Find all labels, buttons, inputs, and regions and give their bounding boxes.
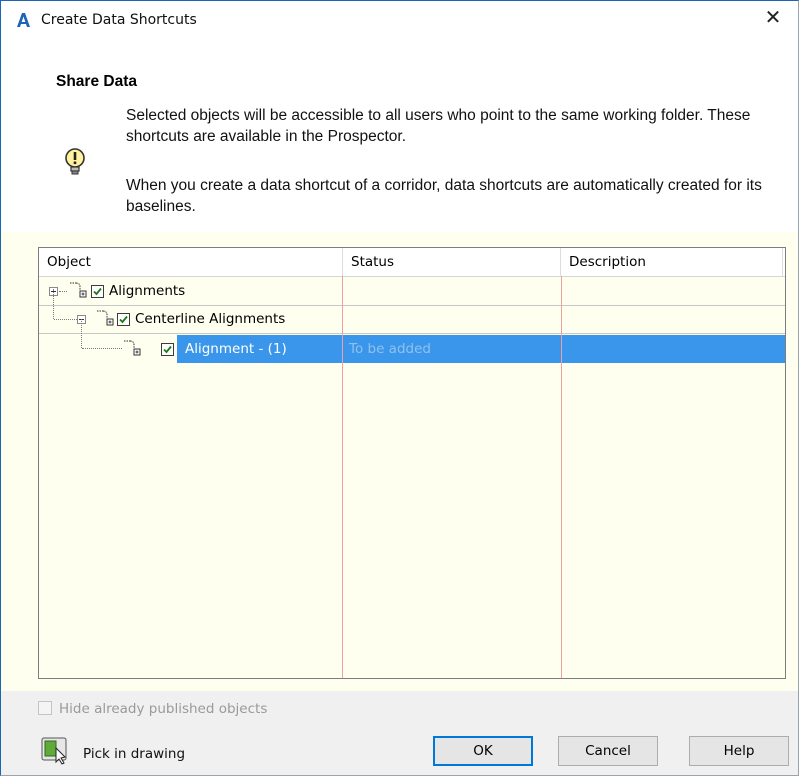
alignment-collection-icon — [70, 282, 87, 298]
alignments-checkbox[interactable] — [91, 285, 104, 298]
pick-in-drawing-button[interactable] — [41, 737, 71, 765]
alignment-icon — [124, 340, 141, 356]
pick-in-drawing-icon — [41, 737, 67, 765]
column-divider — [561, 276, 562, 678]
autocad-a-icon — [17, 13, 30, 27]
tree-line — [59, 291, 67, 293]
status-cell: To be added — [349, 341, 431, 357]
ok-button[interactable]: OK — [433, 736, 533, 766]
table-row-selected[interactable]: Alignment - (1) To be added — [39, 319, 785, 363]
tree-line — [82, 348, 122, 350]
dialog-window: Create Data Shortcuts ✕ Share Data Selec… — [0, 0, 799, 776]
close-icon: ✕ — [764, 7, 782, 29]
title-bar[interactable]: Create Data Shortcuts ✕ — [1, 1, 798, 37]
lightbulb-icon — [65, 148, 85, 175]
hide-published-label: Hide already published objects — [59, 701, 268, 717]
alignment-1-checkbox[interactable] — [161, 343, 174, 356]
tree-node-label: Centerline Alignments — [135, 311, 286, 327]
info-message-2: When you create a data shortcut of a cor… — [126, 177, 762, 215]
tree-node-label: Alignment - (1) — [185, 341, 287, 357]
column-header-description[interactable]: Description — [561, 248, 783, 276]
column-header-status[interactable]: Status — [343, 248, 561, 276]
column-divider — [342, 276, 343, 678]
tree-node-label: Alignments — [109, 283, 186, 299]
pick-in-drawing-label[interactable]: Pick in drawing — [83, 746, 185, 762]
header-title: Share Data — [56, 73, 137, 90]
alignment-site-icon — [97, 310, 114, 326]
header-panel: Share Data Selected objects will be acce… — [1, 37, 798, 232]
cancel-button[interactable]: Cancel — [558, 736, 658, 766]
objects-grid[interactable]: Object Status Description Alignments Cen… — [38, 247, 786, 679]
table-row[interactable]: Centerline Alignments — [39, 289, 785, 333]
grid-header: Object Status Description — [39, 248, 785, 277]
row-divider — [39, 333, 785, 334]
tree-line — [54, 319, 77, 321]
window-title: Create Data Shortcuts — [41, 12, 197, 28]
table-row[interactable]: Alignments — [39, 278, 785, 305]
centerline-alignments-checkbox[interactable] — [117, 313, 130, 326]
info-message-1: Selected objects will be accessible to a… — [126, 107, 751, 145]
tree-line — [81, 319, 83, 348]
hide-published-checkbox[interactable] — [38, 701, 52, 715]
tree-line — [53, 289, 55, 319]
close-button[interactable]: ✕ — [750, 1, 796, 35]
column-header-object[interactable]: Object — [39, 248, 343, 276]
help-button[interactable]: Help — [689, 736, 789, 766]
